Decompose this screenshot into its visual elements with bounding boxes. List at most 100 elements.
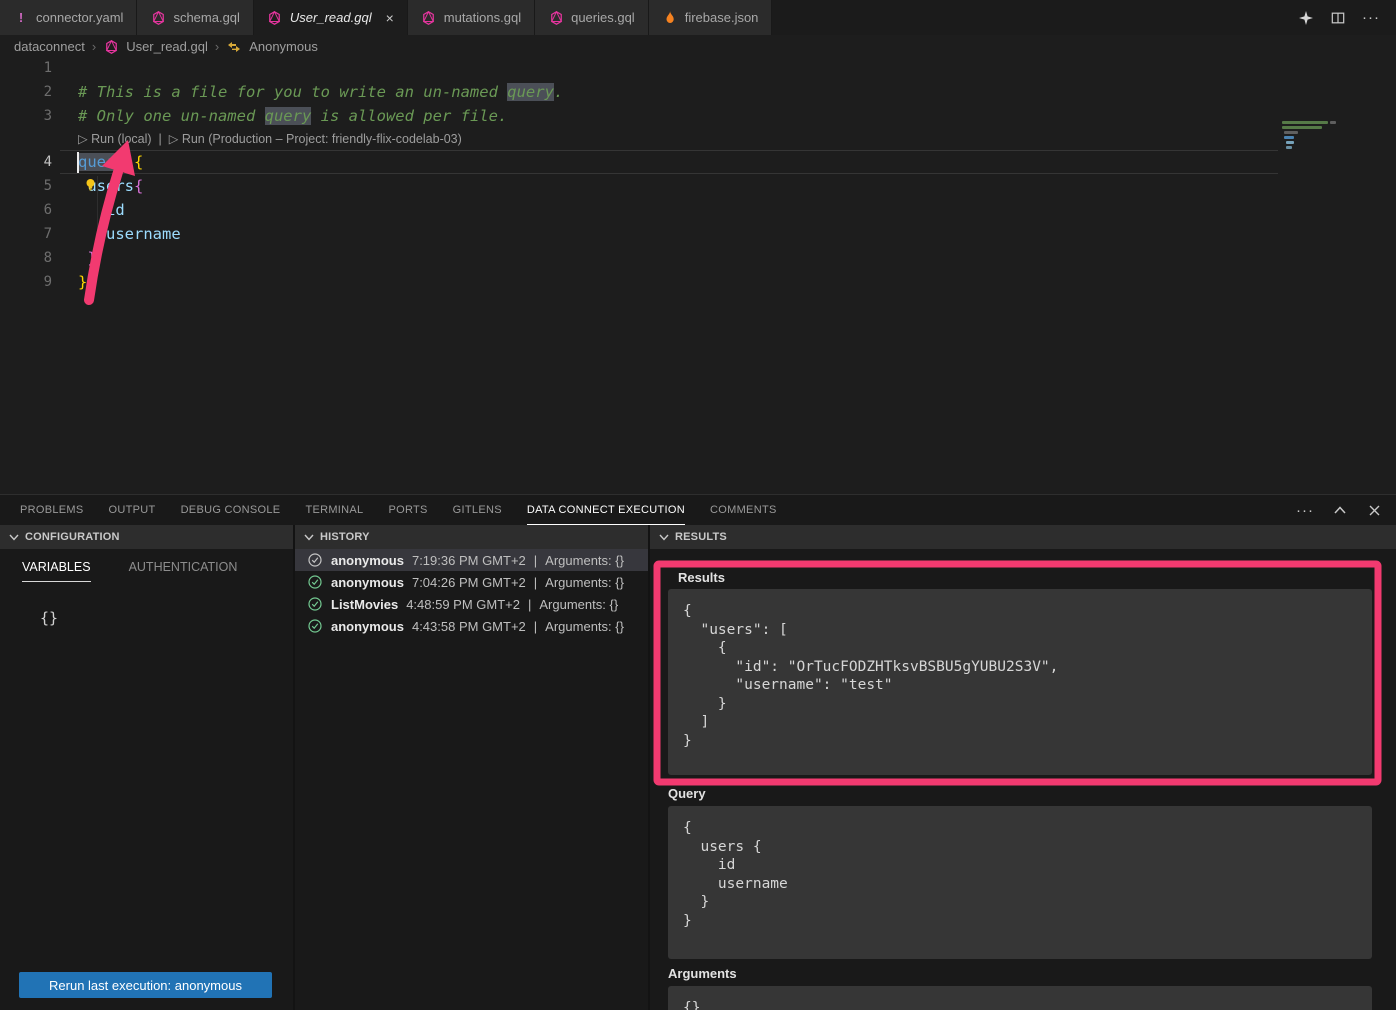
history-item[interactable]: anonymous 4:43:58 PM GMT+2 | Arguments: … [295, 615, 648, 637]
line-number: 9 [0, 270, 52, 294]
copilot-sparkle-icon[interactable] [1298, 10, 1314, 26]
tab-label: mutations.gql [444, 10, 521, 25]
check-circle-icon [307, 552, 323, 568]
results-header[interactable]: RESULTS [650, 525, 1396, 549]
code-line-3: # Only one un-named query is allowed per… [78, 104, 507, 128]
play-icon: ▷ [78, 132, 88, 146]
panel-tab-debug-console[interactable]: DEBUG CONSOLE [181, 495, 281, 525]
close-panel-icon[interactable] [1366, 502, 1382, 518]
breadcrumb-file[interactable]: User_read.gql [126, 39, 208, 54]
separator: | [534, 619, 537, 634]
run-production-link[interactable]: ▷ Run (Production – Project: friendly-fl… [169, 132, 462, 146]
tab-label: firebase.json [685, 10, 759, 25]
line-number: 8 [0, 246, 52, 270]
configuration-header[interactable]: CONFIGURATION [0, 525, 293, 549]
check-circle-icon [307, 574, 323, 590]
editor-tab-bar: ! connector.yaml schema.gql User_read.gq… [0, 0, 1396, 35]
query-box: { users { id username } } [668, 806, 1372, 959]
selected-word: query [78, 153, 125, 171]
tab-label: schema.gql [173, 10, 239, 25]
panel-tab-terminal[interactable]: TERMINAL [305, 495, 363, 525]
line-number: 6 [0, 198, 52, 222]
run-local-link[interactable]: ▷ Run (local) [78, 132, 152, 146]
tab-connector-yaml[interactable]: ! connector.yaml [0, 0, 137, 35]
arguments-text: {} [683, 999, 1357, 1010]
results-json-box: { "users": [ { "id": "OrTucFODZHTksvBSBU… [668, 589, 1372, 775]
graphql-icon [267, 10, 283, 26]
tab-schema-gql[interactable]: schema.gql [137, 0, 253, 35]
vscode-window: ! connector.yaml schema.gql User_read.gq… [0, 0, 1396, 1010]
maximize-panel-icon[interactable] [1332, 502, 1348, 518]
history-arguments: Arguments: {} [545, 575, 624, 590]
history-time: 7:19:36 PM GMT+2 [412, 553, 526, 568]
history-arguments: Arguments: {} [545, 553, 624, 568]
text-cursor [77, 152, 79, 173]
panel-tab-problems[interactable]: PROBLEMS [20, 495, 84, 525]
breadcrumb-folder[interactable]: dataconnect [14, 39, 85, 54]
tab-variables[interactable]: VARIABLES [22, 560, 91, 582]
breadcrumb-symbol[interactable]: Anonymous [249, 39, 318, 54]
tab-firebase-json[interactable]: firebase.json [649, 0, 773, 35]
arguments-box: {} [668, 986, 1372, 1010]
tab-queries-gql[interactable]: queries.gql [535, 0, 649, 35]
history-query-name: ListMovies [331, 597, 398, 612]
arguments-label: Arguments [668, 966, 737, 981]
code-line-9: } [78, 270, 87, 294]
word-occurrence-highlight: query [265, 107, 312, 125]
more-actions-icon[interactable]: ··· [1362, 9, 1380, 26]
code-editor[interactable]: 1 2 3 4 5 6 7 8 9 # This is a file for y… [0, 58, 1396, 494]
panel-tab-comments[interactable]: COMMENTS [710, 495, 777, 525]
separator: | [528, 597, 531, 612]
history-time: 4:43:58 PM GMT+2 [412, 619, 526, 634]
chevron-down-icon [9, 534, 19, 541]
chevron-right-icon: › [92, 39, 96, 54]
minimap[interactable] [1282, 118, 1338, 182]
query-label: Query [668, 786, 706, 801]
line-number: 7 [0, 222, 52, 246]
chevron-down-icon [304, 534, 314, 541]
flame-icon [662, 10, 678, 26]
results-section: RESULTS Results { "users": [ { "id": "Or… [648, 525, 1396, 1010]
code-line-6: id [78, 198, 125, 222]
tab-authentication[interactable]: AUTHENTICATION [129, 560, 238, 582]
graphql-icon [103, 39, 119, 55]
results-json: { "users": [ { "id": "OrTucFODZHTksvBSBU… [683, 602, 1357, 750]
current-line-highlight [60, 150, 1278, 174]
configuration-tabs: VARIABLES AUTHENTICATION [0, 549, 293, 582]
line-number: 3 [0, 104, 52, 128]
history-time: 7:04:26 PM GMT+2 [412, 575, 526, 590]
history-item[interactable]: anonymous 7:04:26 PM GMT+2 | Arguments: … [295, 571, 648, 593]
panel-tab-bar: PROBLEMS OUTPUT DEBUG CONSOLE TERMINAL P… [0, 495, 1396, 525]
panel-more-actions-icon[interactable]: ··· [1296, 502, 1314, 519]
word-occurrence-highlight: query [507, 83, 554, 101]
tab-mutations-gql[interactable]: mutations.gql [408, 0, 535, 35]
code-line-7: username [78, 222, 181, 246]
tab-user-read-gql[interactable]: User_read.gql × [254, 0, 408, 35]
line-number: 4 [0, 150, 52, 174]
yaml-warning-icon: ! [13, 10, 29, 26]
variables-value[interactable]: {} [40, 609, 293, 627]
check-circle-icon [307, 596, 323, 612]
tab-label: queries.gql [571, 10, 635, 25]
code-line-8: } [78, 246, 97, 270]
panel-tab-output[interactable]: OUTPUT [109, 495, 156, 525]
panel-tab-gitlens[interactable]: GITLENS [453, 495, 502, 525]
lightbulb-icon[interactable] [82, 177, 98, 193]
configuration-section: CONFIGURATION VARIABLES AUTHENTICATION {… [0, 525, 293, 1010]
rerun-last-execution-button[interactable]: Rerun last execution: anonymous [19, 972, 272, 998]
panel-tab-ports[interactable]: PORTS [388, 495, 427, 525]
panel-tab-data-connect-execution[interactable]: DATA CONNECT EXECUTION [527, 495, 685, 525]
symbol-query-icon [226, 39, 242, 55]
history-query-name: anonymous [331, 575, 404, 590]
separator: | [534, 575, 537, 590]
history-item[interactable]: anonymous 7:19:36 PM GMT+2 | Arguments: … [295, 549, 648, 571]
split-editor-icon[interactable] [1330, 10, 1346, 26]
query-text: { users { id username } } [683, 819, 1357, 930]
history-time: 4:48:59 PM GMT+2 [406, 597, 520, 612]
history-header[interactable]: HISTORY [295, 525, 648, 549]
line-number: 2 [0, 80, 52, 104]
history-item[interactable]: ListMovies 4:48:59 PM GMT+2 | Arguments:… [295, 593, 648, 615]
history-arguments: Arguments: {} [545, 619, 624, 634]
close-tab-icon[interactable]: × [386, 10, 394, 26]
codelens-row: ▷ Run (local) | ▷ Run (Production – Proj… [78, 128, 462, 150]
